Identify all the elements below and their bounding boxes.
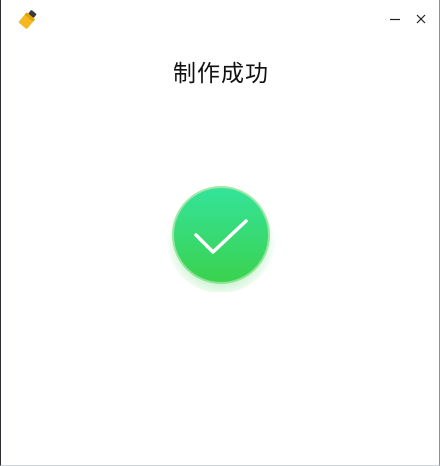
checkmark-circle-icon	[165, 180, 277, 293]
minimize-button[interactable]	[382, 6, 408, 32]
close-icon	[416, 14, 426, 24]
usb-drive-icon	[15, 8, 41, 32]
app-window: 制作成功	[0, 0, 440, 466]
close-button[interactable]	[408, 6, 434, 32]
minimize-icon	[390, 18, 400, 21]
page-title: 制作成功	[173, 61, 269, 87]
